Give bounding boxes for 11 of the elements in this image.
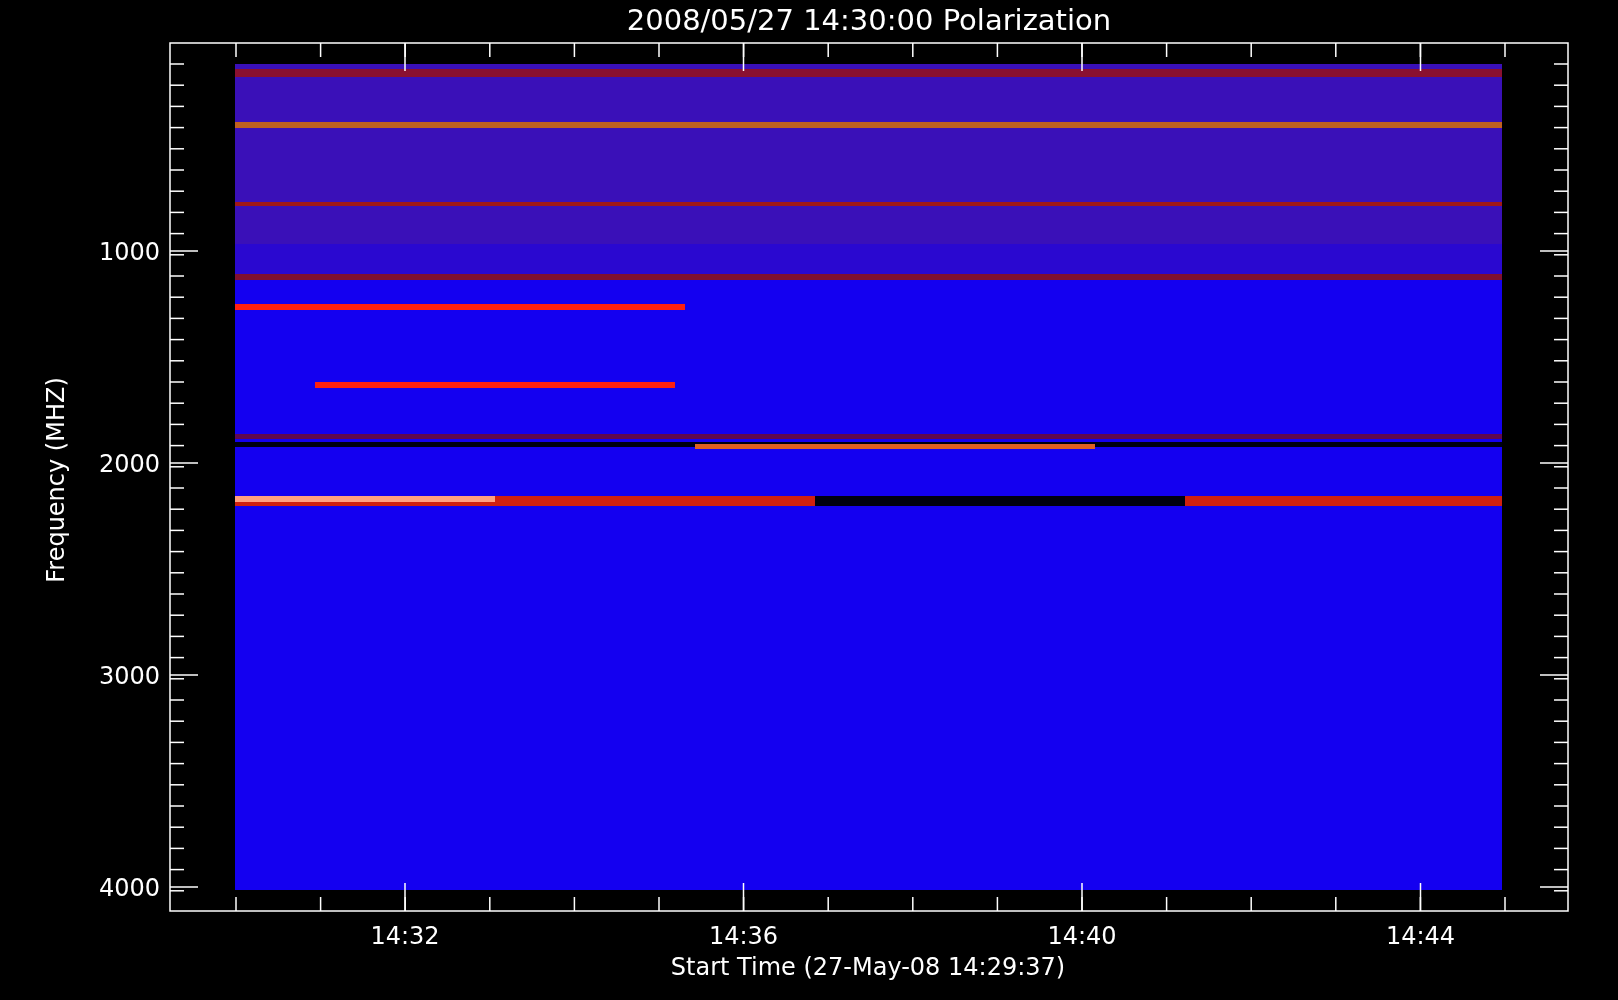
x-axis-label: Start Time (27-May-08 14:29:37) — [670, 953, 1066, 981]
y-tick-label: 1000 — [98, 238, 160, 266]
x-tick-label: 14:36 — [708, 922, 779, 950]
x-tick-label: 14:44 — [1385, 922, 1456, 950]
plot-title: 2008/05/27 14:30:00 Polarization — [626, 3, 1112, 37]
y-tick-label: 3000 — [98, 662, 160, 690]
y-axis-label: Frequency (MHZ) — [42, 377, 70, 583]
x-tick-label: 14:32 — [370, 922, 440, 950]
x-tick-label: 14:40 — [1047, 922, 1117, 950]
y-tick-label: 2000 — [98, 450, 160, 478]
y-tick-label: 4000 — [98, 874, 160, 902]
